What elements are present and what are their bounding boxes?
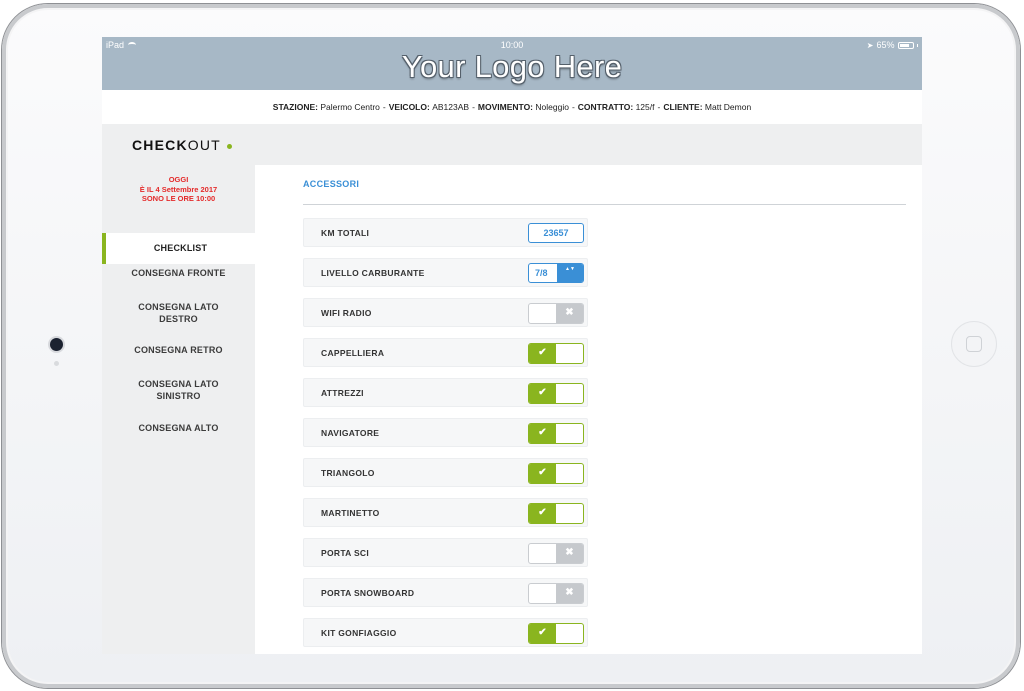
app-header: iPad 10:00 ➤ 65% Your Logo Here bbox=[102, 37, 922, 90]
sidebar-item-label: CONSEGNA ALTO bbox=[138, 423, 219, 433]
fuel-select[interactable]: 7/8 ▲▼ bbox=[528, 263, 584, 283]
checklist-row: KM TOTALI 23657 bbox=[303, 218, 588, 247]
cross-icon: ✖ bbox=[556, 584, 583, 603]
page-header-bar: CHECKOUT bbox=[102, 124, 922, 165]
section-divider bbox=[303, 204, 906, 205]
info-label: MOVIMENTO: bbox=[477, 102, 534, 112]
toggle-switch[interactable]: ✔ bbox=[528, 623, 584, 644]
sidebar-item[interactable]: CHECKLIST bbox=[102, 233, 255, 264]
checklist-row: ATTREZZI ✔ bbox=[303, 378, 588, 407]
cross-icon: ✖ bbox=[556, 544, 583, 563]
sidebar-item-label: CONSEGNA LATO bbox=[138, 379, 219, 389]
home-square-icon bbox=[966, 336, 982, 352]
sidebar-item[interactable]: CONSEGNA LATO DESTRO bbox=[102, 302, 255, 325]
toggle-switch[interactable]: ✔ bbox=[528, 343, 584, 364]
today-line: OGGI bbox=[168, 175, 189, 184]
logo-text: Your Logo Here bbox=[401, 49, 623, 84]
sidebar: OGGI È IL 4 Settembre 2017 SONO LE ORE 10:… bbox=[102, 165, 255, 654]
section-title: ACCESSORI bbox=[303, 179, 360, 189]
sensor-dot bbox=[54, 361, 59, 366]
checklist-row: LIVELLO CARBURANTE 7/8 ▲▼ bbox=[303, 258, 588, 287]
info-value: Palermo Centro bbox=[320, 102, 380, 112]
toggle-switch[interactable]: ✖ bbox=[528, 543, 584, 564]
row-label: MARTINETTO bbox=[321, 508, 380, 518]
cross-icon: ✖ bbox=[556, 304, 583, 323]
checklist-row: PORTA SCI ✖ bbox=[303, 538, 588, 567]
sidebar-item-label: CONSEGNA LATO bbox=[138, 302, 219, 312]
info-value: Noleggio bbox=[535, 102, 569, 112]
sidebar-item[interactable]: CONSEGNA ALTO bbox=[102, 423, 255, 435]
info-bar: STAZIONE: Palermo Centro - VEICOLO: AB123A… bbox=[102, 90, 922, 124]
sidebar-item[interactable]: CONSEGNA FRONTE bbox=[102, 268, 255, 280]
row-label: TRIANGOLO bbox=[321, 468, 375, 478]
row-label: PORTA SCI bbox=[321, 548, 370, 558]
checklist-row: PORTA SNOWBOARD ✖ bbox=[303, 578, 588, 607]
battery-icon bbox=[897, 41, 914, 49]
today-line: SONO LE ORE 10:00 bbox=[141, 194, 216, 203]
sidebar-item[interactable]: CONSEGNA LATO SINISTRO bbox=[102, 379, 255, 402]
sidebar-item-label: CHECKLIST bbox=[153, 243, 208, 253]
page-title-rest: OUT bbox=[187, 137, 221, 153]
checklist-row: KIT GONFIAGGIO ✔ bbox=[303, 618, 588, 647]
camera-icon bbox=[50, 338, 63, 351]
info-separator: - bbox=[382, 102, 386, 112]
info-value: Matt Demon bbox=[704, 102, 752, 112]
check-icon: ✔ bbox=[529, 464, 556, 483]
km-input[interactable]: 23657 bbox=[528, 223, 584, 243]
info-value: 125/f bbox=[635, 102, 655, 112]
toggle-switch[interactable]: ✔ bbox=[528, 463, 584, 484]
row-label: PORTA SNOWBOARD bbox=[321, 588, 415, 598]
check-icon: ✔ bbox=[529, 504, 556, 523]
check-icon: ✔ bbox=[529, 424, 556, 443]
select-arrows-icon: ▲▼ bbox=[557, 264, 583, 282]
info-value: AB123AB bbox=[432, 102, 470, 112]
sidebar-item-label: DESTRO bbox=[159, 313, 198, 324]
toggle-switch[interactable]: ✖ bbox=[528, 303, 584, 324]
toggle-switch[interactable]: ✔ bbox=[528, 503, 584, 524]
info-label: STAZIONE: bbox=[272, 102, 318, 112]
sidebar-item-label: SINISTRO bbox=[156, 390, 201, 401]
row-label: WIFI RADIO bbox=[321, 308, 372, 318]
checklist-row: MARTINETTO ✔ bbox=[303, 498, 588, 527]
toggle-switch[interactable]: ✔ bbox=[528, 423, 584, 444]
status-dot-icon bbox=[226, 143, 232, 149]
app-screen: iPad 10:00 ➤ 65% Your Logo Here STAZIONE… bbox=[102, 37, 922, 654]
sidebar-item-label: CONSEGNA FRONTE bbox=[131, 268, 226, 278]
check-icon: ✔ bbox=[529, 624, 556, 643]
check-icon: ✔ bbox=[529, 384, 556, 403]
info-label: CONTRATTO: bbox=[577, 102, 634, 112]
home-button[interactable] bbox=[951, 321, 997, 367]
row-label: LIVELLO CARBURANTE bbox=[321, 268, 425, 278]
info-label: CLIENTE: bbox=[663, 102, 703, 112]
info-separator: - bbox=[571, 102, 575, 112]
checklist-row: TRIANGOLO ✔ bbox=[303, 458, 588, 487]
row-label: ATTREZZI bbox=[321, 388, 364, 398]
row-label: CAPPELLIERA bbox=[321, 348, 385, 358]
info-separator: - bbox=[657, 102, 661, 112]
info-label: VEICOLO: bbox=[388, 102, 430, 112]
today-notice: OGGI È IL 4 Settembre 2017 SONO LE ORE 10:… bbox=[102, 175, 255, 204]
sidebar-item[interactable]: CONSEGNA RETRO bbox=[102, 345, 255, 357]
toggle-switch[interactable]: ✔ bbox=[528, 383, 584, 404]
page-title-bold: CHECK bbox=[132, 137, 188, 153]
check-icon: ✔ bbox=[529, 344, 556, 363]
battery-tip bbox=[916, 43, 918, 47]
checklist-row: WIFI RADIO ✖ bbox=[303, 298, 588, 327]
sidebar-item-label: CONSEGNA RETRO bbox=[134, 345, 223, 355]
checklist-row: NAVIGATORE ✔ bbox=[303, 418, 588, 447]
today-line: È IL 4 Settembre 2017 bbox=[139, 184, 218, 194]
toggle-switch[interactable]: ✖ bbox=[528, 583, 584, 604]
row-label: KM TOTALI bbox=[321, 228, 370, 238]
page-title: CHECKOUT bbox=[132, 137, 232, 153]
fuel-select-value: 7/8 bbox=[535, 268, 548, 278]
checklist-row: CAPPELLIERA ✔ bbox=[303, 338, 588, 367]
info-separator: - bbox=[472, 102, 475, 112]
row-label: NAVIGATORE bbox=[321, 428, 380, 438]
main-content: ACCESSORI KM TOTALI 23657 LIVELLO CARBURAN… bbox=[255, 165, 922, 654]
row-label: KIT GONFIAGGIO bbox=[321, 628, 397, 638]
